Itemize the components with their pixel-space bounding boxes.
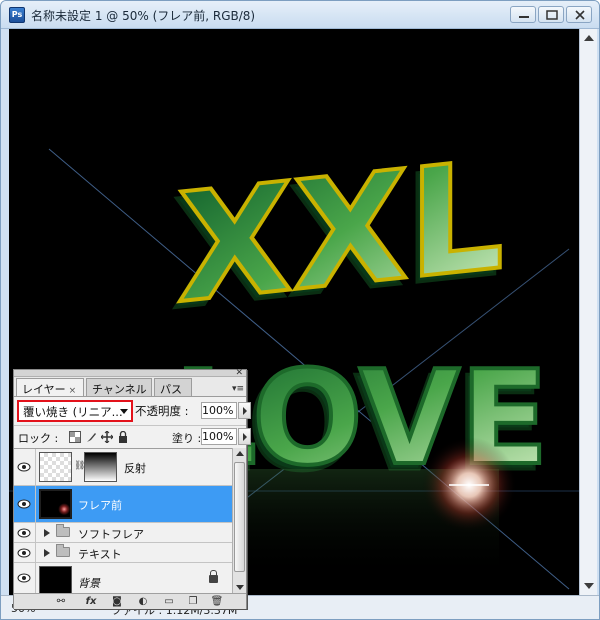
folder-icon: [56, 524, 70, 537]
layer-name: ソフトフレア: [78, 528, 144, 541]
layer-group-text[interactable]: テキスト: [14, 543, 232, 563]
tab-paths[interactable]: パス: [154, 378, 192, 396]
lock-position-move-icon[interactable]: [101, 431, 113, 443]
xxl-text: XXL XXL: [171, 126, 506, 345]
close-icon: [575, 10, 585, 20]
layer-thumbnail: [39, 452, 72, 482]
folder-icon: [56, 544, 70, 557]
layer-list-scrollbar[interactable]: [232, 448, 246, 593]
opacity-input[interactable]: 100%: [201, 402, 237, 419]
tab-close-icon[interactable]: ×: [69, 386, 77, 396]
lock-pixels-brush-icon[interactable]: [85, 431, 97, 443]
layer-name: 背景: [78, 577, 100, 590]
adjustment-icon[interactable]: ◐: [136, 596, 150, 607]
layer-thumbnail: [39, 566, 72, 593]
title-bar: Ps 名称未設定 1 @ 50% (フレア前, RGB/8): [1, 1, 599, 29]
lock-transparency-icon[interactable]: [69, 431, 81, 443]
layer-mask-thumbnail[interactable]: [84, 452, 117, 482]
visibility-toggle[interactable]: [14, 563, 36, 593]
photoshop-app-icon: Ps: [9, 7, 25, 23]
minimize-button[interactable]: [510, 6, 536, 23]
vertical-scrollbar[interactable]: [579, 29, 597, 595]
window-title: 名称未設定 1 @ 50% (フレア前, RGB/8): [31, 9, 256, 23]
minimize-icon: [519, 16, 529, 18]
scroll-up-arrow-icon[interactable]: [584, 35, 594, 41]
layer-row-reflection[interactable]: ⛓ 反射: [14, 449, 232, 486]
scroll-up-arrow-icon[interactable]: [236, 451, 244, 456]
layer-name: フレア前: [78, 499, 122, 512]
close-button[interactable]: [566, 6, 592, 23]
eye-icon: [17, 462, 31, 472]
layer-row-flare-front[interactable]: フレア前: [14, 486, 232, 523]
layer-group-soft-flare[interactable]: ソフトフレア: [14, 523, 232, 543]
maximize-button[interactable]: [538, 6, 564, 23]
scroll-down-arrow-icon[interactable]: [236, 585, 244, 590]
chevron-down-icon: [120, 409, 128, 414]
fx-icon[interactable]: fx: [84, 596, 98, 607]
tab-paths-label: パス: [160, 383, 182, 396]
fill-slider-button[interactable]: [238, 428, 251, 445]
expand-triangle-icon[interactable]: [44, 529, 50, 537]
layers-panel: ✕ レイヤー × チャンネル パス ▾≡ 覆い焼き (リニア... 不透明度 : …: [13, 368, 251, 609]
scrollbar-thumb[interactable]: [234, 462, 245, 572]
scroll-down-arrow-icon[interactable]: [584, 583, 594, 589]
fill-label: 塗り :: [172, 432, 202, 445]
trash-icon[interactable]: 🗑: [210, 596, 224, 607]
visibility-toggle[interactable]: [14, 543, 36, 562]
link-icon[interactable]: ⚯: [54, 596, 68, 607]
eye-icon: [17, 499, 31, 509]
lock-row: ロック : 塗り : 100%: [14, 425, 251, 447]
svg-text:XXL: XXL: [177, 128, 504, 337]
blend-mode-value: 覆い焼き (リニア...: [23, 405, 123, 419]
tab-channels-label: チャンネル: [92, 383, 147, 396]
opacity-slider-button[interactable]: [238, 402, 251, 419]
eye-icon: [17, 573, 31, 583]
tab-channels[interactable]: チャンネル: [86, 378, 152, 396]
layers-panel-body: 覆い焼き (リニア... 不透明度 : 100% ロック : 塗り : 100%: [14, 396, 251, 609]
panel-tabs: レイヤー × チャンネル パス: [16, 378, 244, 397]
expand-triangle-icon[interactable]: [44, 549, 50, 557]
eye-icon: [17, 528, 31, 537]
layer-name: 反射: [124, 462, 146, 475]
layer-thumbnail: [39, 489, 72, 519]
tab-layers-label: レイヤー: [22, 383, 66, 396]
new-layer-icon[interactable]: ❐: [186, 596, 200, 607]
document-window: Ps 名称未設定 1 @ 50% (フレア前, RGB/8) XXL XXL L…: [0, 0, 600, 620]
panel-header[interactable]: ✕: [14, 368, 246, 378]
mask-icon[interactable]: ◙: [110, 596, 124, 607]
lock-all-icon[interactable]: [117, 431, 129, 443]
eye-icon: [17, 548, 31, 557]
visibility-toggle[interactable]: [14, 449, 36, 485]
lock-label: ロック :: [18, 432, 59, 445]
layer-row-background[interactable]: 背景: [14, 563, 232, 593]
layer-list: ⛓ 反射 フレア前 ソフトフレア テキスト 背景: [14, 448, 246, 593]
panel-close-icon[interactable]: ✕: [235, 368, 243, 378]
panel-menu-icon[interactable]: ▾≡: [232, 384, 244, 394]
maximize-icon: [546, 10, 558, 20]
visibility-toggle[interactable]: [14, 523, 36, 542]
visibility-toggle[interactable]: [14, 486, 36, 522]
group-folder-icon[interactable]: ▭: [162, 596, 176, 607]
layers-panel-footer: ⚯ fx ◙ ◐ ▭ ❐ 🗑: [14, 593, 246, 609]
lock-icon: [209, 570, 218, 583]
fill-input[interactable]: 100%: [201, 428, 237, 445]
layer-name: テキスト: [78, 548, 122, 561]
blend-mode-select[interactable]: 覆い焼き (リニア...: [17, 400, 133, 422]
opacity-label: 不透明度 :: [135, 404, 189, 418]
tab-layers[interactable]: レイヤー ×: [16, 378, 84, 397]
